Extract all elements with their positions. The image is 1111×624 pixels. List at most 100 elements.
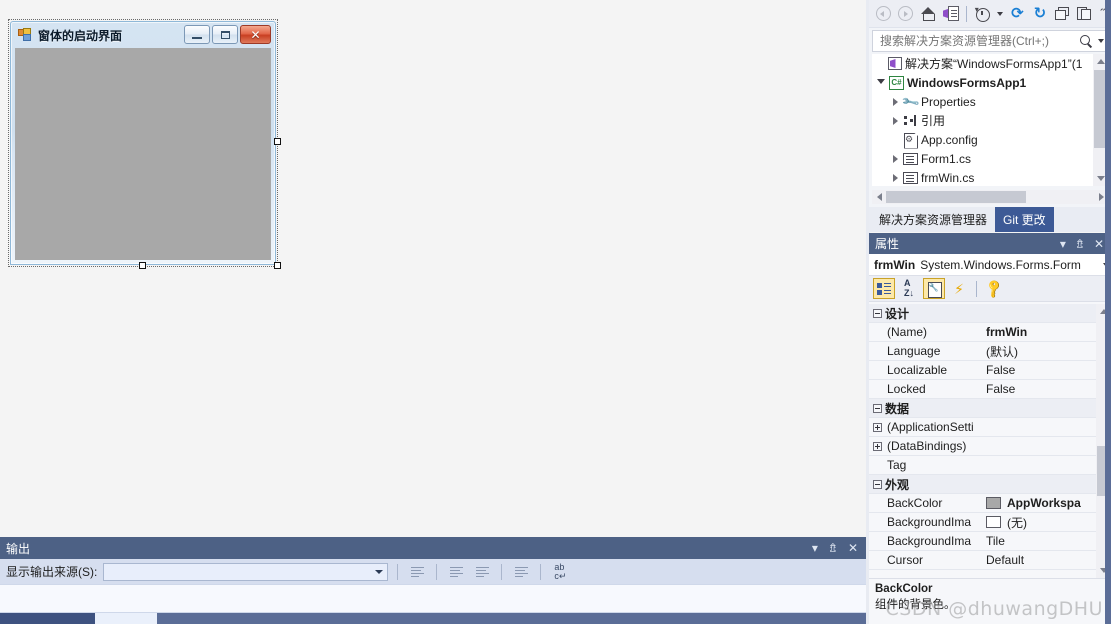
- toolbar-separator: [540, 563, 542, 580]
- tree-item-project[interactable]: C# WindowsFormsApp1: [872, 73, 1093, 92]
- minimize-button[interactable]: [184, 25, 210, 44]
- output-text-area[interactable]: [0, 584, 866, 613]
- property-row[interactable]: Language (默认): [869, 342, 1111, 361]
- property-row[interactable]: BackgroundIma Tile: [869, 532, 1111, 551]
- toolbar-separator: [501, 563, 503, 580]
- pin-icon[interactable]: ⇯: [828, 542, 838, 554]
- property-value[interactable]: Tile: [982, 534, 1111, 548]
- solution-search-box[interactable]: [872, 30, 1108, 52]
- property-category-row[interactable]: 设计: [869, 304, 1111, 323]
- property-value[interactable]: False: [982, 382, 1111, 396]
- back-button[interactable]: [873, 3, 894, 25]
- scroll-left-button[interactable]: [872, 193, 886, 201]
- tree-item-properties[interactable]: 🔧 Properties: [872, 91, 1093, 112]
- close-icon[interactable]: ✕: [1094, 238, 1104, 250]
- solution-tree[interactable]: 解决方案“WindowsFormsApp1”(1 C# WindowsForms…: [872, 54, 1093, 186]
- chevron-down-icon[interactable]: ▾: [1060, 238, 1066, 250]
- chevron-down-icon[interactable]: ▾: [812, 542, 818, 554]
- show-all-files-button[interactable]: [1075, 3, 1096, 25]
- scrollbar-thumb-left[interactable]: [0, 613, 95, 624]
- properties-object-selector[interactable]: frmWin System.Windows.Forms.Form: [869, 254, 1111, 276]
- expander-closed[interactable]: [888, 97, 902, 106]
- categorized-button[interactable]: [873, 278, 895, 299]
- tree-item-references[interactable]: 引用: [872, 111, 1093, 130]
- tree-item-frmwin-cs[interactable]: frmWin.cs: [872, 168, 1093, 186]
- solution-explorer-panel: ▾ ⟳ ↻ ˝ 解决方案“WindowsFormsApp1”(1 C# Wind…: [869, 0, 1111, 232]
- solution-tree-horizontal-scrollbar[interactable]: [872, 190, 1108, 204]
- tree-item-app-config[interactable]: App.config: [872, 130, 1093, 149]
- tree-item-solution[interactable]: 解决方案“WindowsFormsApp1”(1: [872, 54, 1093, 73]
- property-value[interactable]: (无): [982, 514, 1111, 531]
- find-message-button[interactable]: [407, 562, 427, 581]
- wrench-icon: 🔧: [900, 91, 921, 112]
- property-row[interactable]: Localizable False: [869, 361, 1111, 380]
- property-row[interactable]: (DataBindings): [869, 437, 1111, 456]
- property-row[interactable]: Cursor Default: [869, 551, 1111, 570]
- tab-solution-explorer[interactable]: 解决方案资源管理器: [871, 207, 996, 232]
- go-to-previous-button[interactable]: [446, 562, 466, 581]
- property-row-backgroundimage[interactable]: BackgroundIma (无): [869, 513, 1111, 532]
- image-swatch: [986, 516, 1001, 528]
- form-window-buttons: ✕: [184, 25, 271, 44]
- scrollbar-thumb-right[interactable]: [157, 613, 866, 624]
- home-button[interactable]: [918, 3, 939, 25]
- collapse-all-button[interactable]: [1052, 3, 1073, 25]
- property-pages-button[interactable]: 🔑: [983, 278, 1005, 300]
- events-button[interactable]: ⚡: [948, 278, 970, 299]
- search-icon[interactable]: [1080, 35, 1093, 48]
- property-row[interactable]: (Name) frmWin: [869, 323, 1111, 342]
- pending-changes-filter-button[interactable]: ▾: [972, 3, 993, 25]
- filter-dropdown-button[interactable]: [994, 3, 1005, 25]
- scrollbar-thumb[interactable]: [886, 191, 1026, 203]
- forward-button[interactable]: [896, 3, 917, 25]
- chevron-down-icon[interactable]: [1098, 39, 1104, 43]
- expander-closed[interactable]: [888, 154, 902, 163]
- property-category-row[interactable]: 数据: [869, 399, 1111, 418]
- property-row[interactable]: (ApplicationSetti: [869, 418, 1111, 437]
- close-button[interactable]: ✕: [240, 25, 271, 44]
- output-horizontal-scrollbar[interactable]: [0, 613, 866, 624]
- property-description-title: BackColor: [875, 583, 933, 595]
- close-icon[interactable]: ✕: [848, 542, 858, 554]
- resize-handle-bottom-right[interactable]: [274, 262, 281, 269]
- property-row[interactable]: Locked False: [869, 380, 1111, 399]
- output-source-select[interactable]: [103, 562, 389, 581]
- property-value[interactable]: False: [982, 363, 1111, 377]
- form-designer-surface[interactable]: 窗体的启动界面 ✕: [0, 0, 866, 537]
- property-value[interactable]: (默认): [982, 343, 1111, 360]
- go-to-next-button[interactable]: [472, 562, 492, 581]
- property-category-row[interactable]: 外观: [869, 475, 1111, 494]
- tree-item-form1-cs[interactable]: Form1.cs: [872, 149, 1093, 168]
- form-client-area[interactable]: [15, 48, 271, 260]
- resize-handle-bottom[interactable]: [139, 262, 146, 269]
- alphabetical-icon: A Z↓: [904, 278, 914, 298]
- refresh-button[interactable]: ⟳: [1007, 3, 1028, 25]
- expander-plus[interactable]: [869, 441, 885, 451]
- sync-with-active-document-button[interactable]: [941, 3, 962, 25]
- property-value[interactable]: Default: [982, 553, 1111, 567]
- tab-git-changes[interactable]: Git 更改: [995, 207, 1054, 232]
- property-value[interactable]: AppWorkspa: [982, 496, 1111, 510]
- expander-minus[interactable]: [869, 479, 885, 489]
- property-value[interactable]: frmWin: [982, 325, 1111, 339]
- property-row-backcolor[interactable]: BackColor AppWorkspa: [869, 494, 1111, 513]
- search-input[interactable]: [878, 33, 1080, 49]
- expander-closed[interactable]: [888, 173, 902, 182]
- resize-handle-right[interactable]: [274, 138, 281, 145]
- sync-button[interactable]: ↻: [1030, 3, 1051, 25]
- property-row[interactable]: Tag: [869, 456, 1111, 475]
- properties-grid[interactable]: 设计 (Name) frmWin Language (默认) Localizab…: [869, 304, 1111, 578]
- clear-all-button[interactable]: [511, 562, 531, 581]
- toggle-word-wrap-button[interactable]: ab c↵: [550, 562, 570, 581]
- expander-plus[interactable]: [869, 422, 885, 432]
- designed-form[interactable]: 窗体的启动界面 ✕: [10, 21, 276, 265]
- alphabetical-button[interactable]: A Z↓: [898, 278, 920, 299]
- maximize-button[interactable]: [212, 25, 238, 44]
- expander-minus[interactable]: [869, 403, 885, 413]
- expander-open[interactable]: [874, 77, 888, 88]
- pin-icon[interactable]: ⇯: [1075, 238, 1085, 250]
- properties-page-button[interactable]: [923, 278, 945, 299]
- properties-toolbar: AZ↓ ⚡ 🔑: [869, 276, 1111, 302]
- expander-closed[interactable]: [888, 116, 902, 125]
- expander-minus[interactable]: [869, 308, 885, 318]
